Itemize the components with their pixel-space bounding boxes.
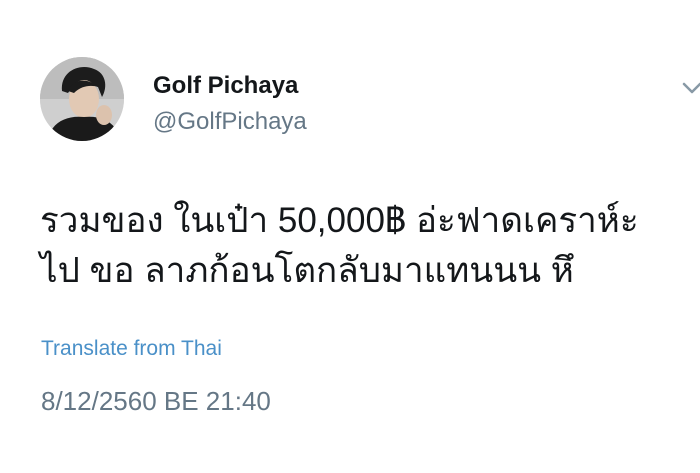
chevron-down-icon[interactable] bbox=[680, 80, 700, 96]
tweet-text-line: รวมของ ในเป๋า 50,000฿ อ่ะฟาดเคราห์ะ bbox=[40, 201, 639, 240]
display-name[interactable]: Golf Pichaya bbox=[153, 72, 298, 100]
tweet-timestamp[interactable]: 8/12/2560 BE 21:40 bbox=[41, 386, 271, 417]
translate-link[interactable]: Translate from Thai bbox=[41, 337, 222, 361]
tweet-card: Golf Pichaya @GolfPichaya รวมของ ในเป๋า … bbox=[0, 0, 700, 473]
user-handle[interactable]: @GolfPichaya bbox=[153, 108, 307, 136]
tweet-text: รวมของ ในเป๋า 50,000฿ อ่ะฟาดเคราห์ะ ไป ข… bbox=[40, 196, 700, 296]
avatar-photo-icon bbox=[40, 57, 124, 141]
tweet-text-line: ไป ขอ ลาภก้อนโตกลับมาแทนนน หึ bbox=[40, 251, 574, 290]
avatar[interactable] bbox=[40, 57, 124, 141]
